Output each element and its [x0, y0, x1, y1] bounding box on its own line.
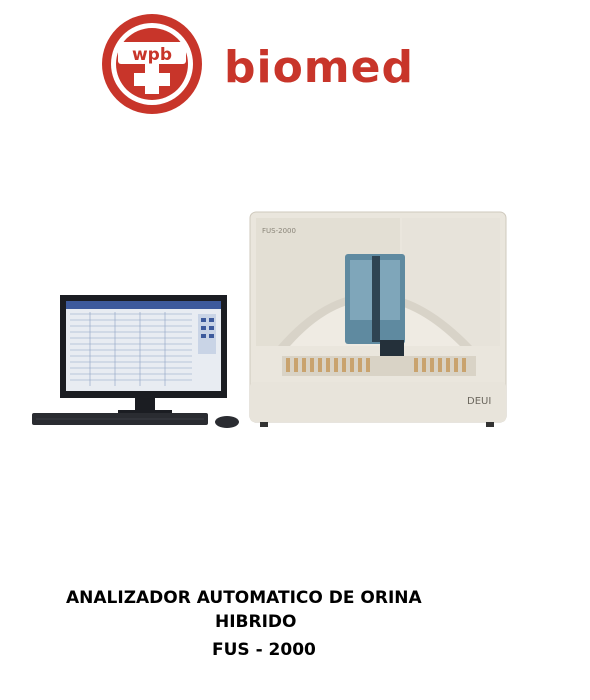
wpb-cross-emblem-icon: wpb: [102, 14, 202, 114]
caption-title: ANALIZADOR AUTOMATICO DE ORINA: [66, 588, 422, 608]
analyzer-maker-mark: DEUI: [467, 396, 491, 407]
mouse: [215, 416, 239, 428]
caption-model: FUS - 2000: [212, 640, 316, 660]
brand-name: biomed: [224, 42, 414, 93]
caption-subtitle: HIBRIDO: [215, 612, 297, 632]
analyzer-panel-label: FUS-2000: [262, 227, 296, 235]
monitor: [60, 295, 227, 415]
urine-analyzer: FUS-2000 DEUI: [249, 211, 507, 427]
logo-emblem-text: wpb: [132, 45, 172, 65]
brand-logo: wpb biomed: [100, 12, 413, 132]
product-photo: FUS-2000 DEUI: [20, 190, 575, 520]
